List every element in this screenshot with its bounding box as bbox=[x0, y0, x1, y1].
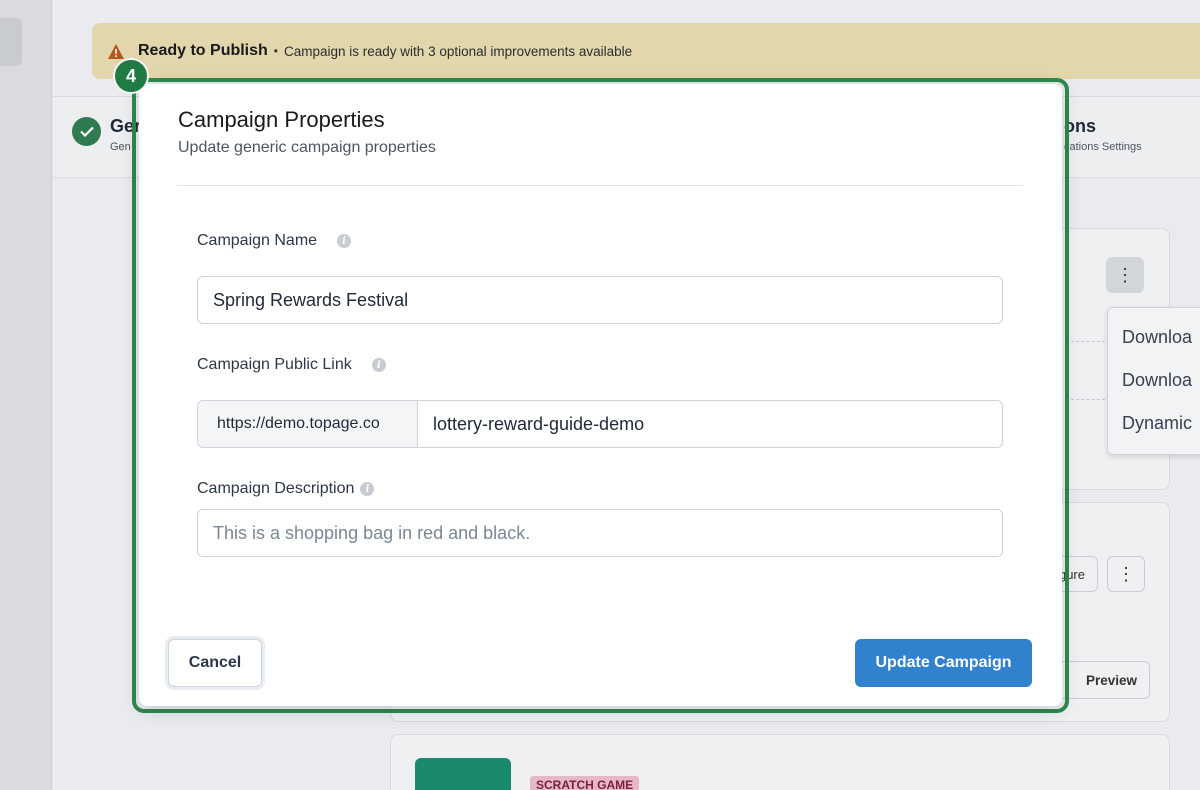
description-input[interactable]: This is a shopping bag in red and black. bbox=[197, 509, 1003, 557]
campaign-properties-modal: Campaign Properties Update generic campa… bbox=[139, 84, 1062, 706]
info-icon[interactable]: i bbox=[337, 234, 352, 248]
preview-label: Preview bbox=[1085, 672, 1137, 688]
description-label-text: Campaign Description bbox=[197, 480, 355, 497]
preview-button[interactable]: Preview bbox=[1055, 661, 1150, 699]
more-options-button[interactable]: ⋮ bbox=[1106, 257, 1144, 293]
cancel-button[interactable]: Cancel bbox=[168, 639, 262, 687]
campaign-name-label-text: Campaign Name bbox=[197, 232, 318, 249]
dropdown-item-download[interactable]: Downloa bbox=[1122, 370, 1192, 391]
game-type-badge: SCRATCH GAME bbox=[530, 776, 640, 790]
more-options-dropdown: Downloa Downloa Dynamic bbox=[1107, 307, 1200, 455]
banner-title: Ready to Publish bbox=[138, 42, 268, 59]
banner-separator: • bbox=[273, 44, 278, 58]
banner-text: Campaign is ready with 3 optional improv… bbox=[284, 43, 633, 59]
public-link-prefix: https://demo.topage.co bbox=[198, 401, 418, 447]
publish-status-banner: Ready to Publish • Campaign is ready wit… bbox=[92, 23, 1200, 79]
campaign-name-input[interactable]: Spring Rewards Festival bbox=[197, 276, 1003, 324]
divider bbox=[1066, 341, 1110, 342]
info-icon[interactable]: i bbox=[360, 482, 375, 496]
kebab-icon: ⋮ bbox=[1116, 264, 1134, 285]
modal-divider bbox=[178, 185, 1022, 186]
info-icon[interactable]: i bbox=[371, 358, 386, 372]
dropdown-item-dynamic[interactable]: Dynamic bbox=[1122, 413, 1192, 434]
public-link-label-text: Campaign Public Link bbox=[197, 356, 352, 373]
rail-tab[interactable] bbox=[0, 18, 22, 66]
modal-title: Campaign Properties bbox=[178, 107, 385, 132]
warning-icon bbox=[108, 43, 124, 59]
divider bbox=[1066, 399, 1110, 400]
step-general-subtitle: Gen bbox=[110, 141, 131, 153]
step-complete-check-icon bbox=[72, 117, 101, 146]
dropdown-item-download[interactable]: Downloa bbox=[1122, 327, 1192, 348]
tour-step-badge: 4 bbox=[113, 58, 149, 94]
public-link-input-group: https://demo.topage.co lottery-reward-gu… bbox=[197, 400, 1003, 448]
step-integrations-subtitle: cations Settings bbox=[1064, 141, 1142, 153]
update-campaign-button[interactable]: Update Campaign bbox=[855, 639, 1032, 687]
game-thumbnail bbox=[415, 758, 511, 790]
campaign-name-label: Campaign Name i bbox=[197, 232, 352, 250]
more-options-button[interactable]: ⋮ bbox=[1107, 556, 1145, 592]
modal-subtitle: Update generic campaign properties bbox=[178, 139, 436, 156]
public-link-label: Campaign Public Link i bbox=[197, 356, 386, 374]
left-rail bbox=[0, 0, 52, 790]
description-label: Campaign Description i bbox=[197, 480, 375, 498]
kebab-icon: ⋮ bbox=[1117, 563, 1135, 584]
public-link-slug-input[interactable]: lottery-reward-guide-demo bbox=[418, 401, 1002, 447]
